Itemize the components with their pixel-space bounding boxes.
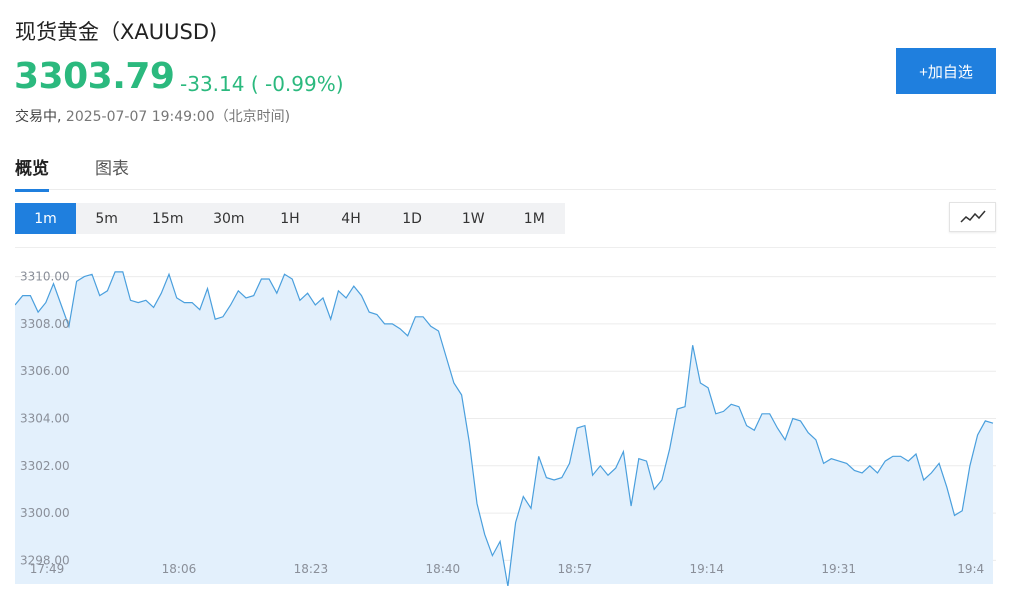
x-tick-label: 17:49 [30,562,65,576]
period-1w[interactable]: 1W [443,203,504,234]
chart-type-button[interactable] [949,202,996,232]
period-1mo[interactable]: 1M [504,203,565,234]
period-5m[interactable]: 5m [76,203,137,234]
tab-overview[interactable]: 概览 [15,154,49,192]
y-tick-label: 3306.00 [20,364,70,378]
period-1h[interactable]: 1H [259,203,320,234]
period-4h[interactable]: 4H [320,203,381,234]
y-tick-label: 3304.00 [20,412,70,426]
y-tick-label: 3300.00 [20,506,70,520]
x-tick-label: 18:40 [426,562,461,576]
x-tick-label: 19:4 [957,562,984,576]
chart-svg: 3310.00 3308.00 3306.00 3304.00 3302.00 3300.… [14,270,996,587]
x-tick-label: 18:23 [294,562,329,576]
x-tick-label: 18:06 [162,562,197,576]
period-1d[interactable]: 1D [382,203,443,234]
add-watchlist-button[interactable]: +加自选 [896,48,996,94]
x-tick-label: 19:14 [689,562,724,576]
tab-chart[interactable]: 图表 [95,154,129,189]
x-tick-label: 19:31 [821,562,856,576]
last-price: 3303.79 [14,56,175,97]
line-chart-icon [959,210,986,223]
status-label: 交易中, [15,109,62,125]
x-tick-label: 18:57 [558,562,593,576]
y-tick-label: 3310.00 [20,270,70,284]
tab-bar: 概览 图表 [15,150,996,192]
y-tick-label: 3302.00 [20,459,70,473]
price-change: -33.14 ( -0.99%) [180,72,344,96]
price-chart[interactable]: 3310.00 3308.00 3306.00 3304.00 3302.00 3300.… [14,247,996,587]
timestamp: 2025-07-07 19:49:00（北京时间) [65,109,291,125]
page-title: 现货黄金（XAUUSD) [15,20,218,44]
period-15m[interactable]: 15m [137,203,198,234]
period-30m[interactable]: 30m [198,203,259,234]
period-selector: 1m 5m 15m 30m 1H 4H 1D 1W 1M [15,203,565,234]
y-tick-label: 3308.00 [20,317,70,331]
period-1m[interactable]: 1m [15,203,77,234]
price-area [15,271,993,587]
x-axis-labels: 17:49 18:06 18:23 18:40 18:57 19:14 19:31 19:4 [30,562,984,576]
trading-status: 交易中, 2025-07-07 19:49:00（北京时间) [15,106,290,126]
